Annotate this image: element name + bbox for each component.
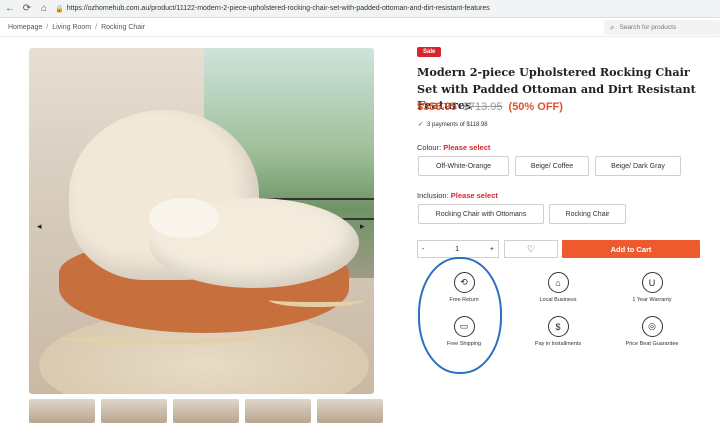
feature-local-business: ⌂ Local Business bbox=[518, 272, 598, 303]
heart-icon: ♡ bbox=[526, 243, 536, 254]
chair-rocker bbox=[269, 293, 364, 307]
increase-qty-button[interactable]: + bbox=[490, 246, 494, 253]
chair-rocker bbox=[59, 330, 259, 344]
highlight-circle bbox=[418, 257, 502, 374]
current-price: $356.95 bbox=[417, 101, 457, 113]
warranty-icon: U bbox=[641, 272, 663, 293]
thumbnail[interactable] bbox=[101, 399, 167, 423]
feature-price-beat: ◎ Price Beat Guarantee bbox=[612, 316, 692, 347]
address-bar[interactable]: 🔒 https://ozhomehub.com.au/product/11122… bbox=[55, 5, 490, 13]
site-header: Homepage / Living Room / Rocking Chair ⌕ bbox=[0, 18, 720, 37]
chair-pillow bbox=[149, 198, 219, 238]
search-icon[interactable]: ⌕ bbox=[610, 23, 614, 33]
decrease-qty-button[interactable]: - bbox=[422, 246, 424, 253]
inclusion-option-with-ottomans[interactable]: Rocking Chair with Ottomans bbox=[418, 204, 544, 224]
thumbnail[interactable] bbox=[173, 399, 239, 423]
price-row: $356.95 $713.95 (50% OFF) bbox=[417, 101, 563, 113]
add-to-cart-button[interactable]: Add to Cart bbox=[562, 240, 700, 258]
home-icon[interactable]: ⌂ bbox=[37, 2, 51, 16]
breadcrumb-homepage[interactable]: Homepage bbox=[8, 24, 42, 31]
thumbnail[interactable] bbox=[245, 399, 311, 423]
installment-text: 3 payments of $118.98 bbox=[427, 121, 488, 128]
breadcrumb-rocking-chair[interactable]: Rocking Chair bbox=[101, 24, 145, 31]
colour-option-off-white-orange[interactable]: Off-White-Orange bbox=[418, 156, 509, 176]
reload-icon[interactable]: ⟳ bbox=[20, 2, 34, 16]
check-icon: ✓ bbox=[418, 122, 424, 128]
search-input[interactable] bbox=[619, 24, 710, 31]
next-image-icon[interactable]: ▸ bbox=[360, 221, 365, 232]
feature-pay-in-installments: $ Pay in Installments bbox=[518, 316, 598, 347]
colour-label: Colour: Please select bbox=[417, 143, 491, 152]
price-beat-icon: ◎ bbox=[641, 316, 663, 337]
search-box[interactable]: ⌕ bbox=[604, 20, 720, 35]
quantity-stepper[interactable]: - 1 + bbox=[417, 240, 499, 258]
browser-toolbar: ← ⟳ ⌂ 🔒 https://ozhomehub.com.au/product… bbox=[0, 0, 720, 18]
lock-icon: 🔒 bbox=[55, 5, 64, 13]
installments-icon: $ bbox=[547, 316, 569, 337]
installment-info: ✓ 3 payments of $118.98 bbox=[418, 121, 488, 129]
colour-option-beige-coffee[interactable]: Beige/ Coffee bbox=[515, 156, 589, 176]
breadcrumb-separator: / bbox=[46, 23, 49, 31]
discount-label: (50% OFF) bbox=[508, 101, 563, 113]
thumbnail-strip bbox=[29, 399, 383, 423]
colour-option-beige-dark-gray[interactable]: Beige/ Dark Gray bbox=[595, 156, 681, 176]
colour-required: Please select bbox=[443, 143, 491, 152]
inclusion-label: Inclusion: Please select bbox=[417, 191, 498, 200]
product-main-image[interactable]: ◂ ▸ bbox=[29, 48, 374, 394]
url-text[interactable]: https://ozhomehub.com.au/product/11122-m… bbox=[67, 5, 490, 12]
quantity-value[interactable]: 1 bbox=[455, 246, 459, 253]
inclusion-option-chair-only[interactable]: Rocking Chair bbox=[549, 204, 626, 224]
feature-warranty: U 1 Year Warranty bbox=[612, 272, 692, 303]
sale-badge: Sale bbox=[417, 47, 442, 57]
original-price: $713.95 bbox=[462, 101, 503, 113]
thumbnail[interactable] bbox=[29, 399, 95, 423]
local-business-icon: ⌂ bbox=[547, 272, 569, 293]
prev-image-icon[interactable]: ◂ bbox=[37, 221, 42, 232]
breadcrumb-separator: / bbox=[95, 23, 98, 31]
thumbnail[interactable] bbox=[317, 399, 383, 423]
inclusion-required: Please select bbox=[450, 191, 498, 200]
breadcrumb-living-room[interactable]: Living Room bbox=[52, 24, 91, 31]
back-icon[interactable]: ← bbox=[3, 2, 17, 16]
breadcrumb: Homepage / Living Room / Rocking Chair bbox=[8, 24, 145, 31]
wishlist-button[interactable]: ♡ bbox=[504, 240, 558, 258]
